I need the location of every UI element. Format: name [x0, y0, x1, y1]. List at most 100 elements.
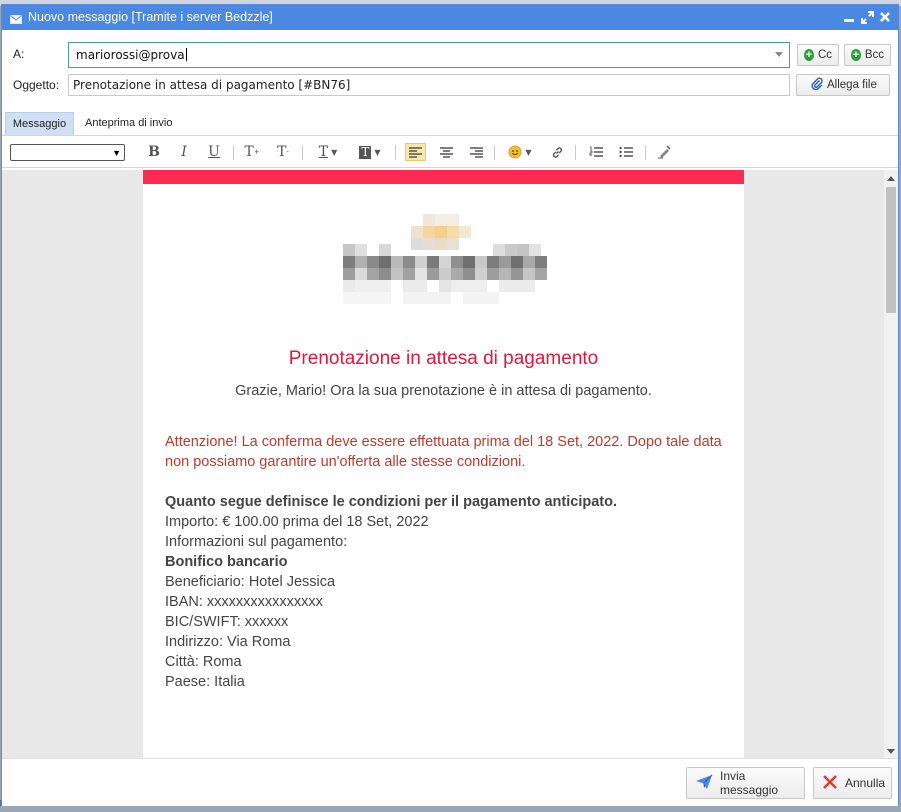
background-color-button[interactable]: T ▼	[354, 143, 386, 161]
tab-label: Messaggio	[12, 118, 67, 130]
cancel-label: Annulla	[845, 776, 886, 790]
chevron-down-icon: ▼	[374, 147, 381, 157]
message-editor[interactable]: Prenotazione in attesa di pagamento Graz…	[2, 170, 898, 758]
align-left-icon	[409, 146, 422, 158]
insert-link-button[interactable]	[548, 143, 566, 161]
country-line: Paese: Italia	[165, 674, 245, 690]
subject-row: Oggetto: Prenotazione in attesa di pagam…	[2, 73, 898, 99]
compose-window: Nuovo messaggio [Tramite i server Bedzzl…	[1, 4, 899, 806]
attach-file-button[interactable]: Allega file	[796, 74, 890, 96]
plus-circle-icon: +	[851, 49, 861, 61]
send-message-button[interactable]: Invia messaggio	[686, 767, 805, 799]
scroll-up-arrow-icon[interactable]	[887, 176, 895, 181]
cc-label: Cc	[817, 49, 832, 61]
superscript-button[interactable]: T +	[243, 143, 261, 161]
bcc-label: Bcc	[864, 49, 884, 61]
payment-info-line: Informazioni sul pagamento:	[165, 534, 348, 550]
align-left-button[interactable]	[405, 143, 426, 161]
to-label: A:	[13, 47, 25, 61]
bold-icon: B	[148, 144, 160, 160]
editor-scrollbar[interactable]	[884, 170, 898, 758]
dialog-footer: Invia messaggio Annulla	[2, 758, 898, 806]
ordered-list-icon	[589, 146, 603, 157]
underline-icon: U	[208, 144, 220, 160]
chevron-down-icon: ▼	[112, 148, 121, 158]
conditions-heading: Quanto segue definisce le condizioni per…	[165, 494, 617, 510]
underline-button[interactable]: U	[205, 143, 223, 161]
tab-messaggio[interactable]: Messaggio	[5, 112, 74, 135]
toolbar-divider	[645, 145, 646, 160]
smiley-icon	[508, 145, 522, 159]
attach-file-label: Allega file	[827, 79, 877, 91]
italic-button[interactable]: I	[176, 143, 192, 161]
subscript-icon: T	[277, 144, 287, 160]
superscript-icon: T	[244, 144, 254, 160]
beneficiary-line: Beneficiario: Hotel Jessica	[165, 574, 336, 590]
clear-format-button[interactable]	[655, 143, 673, 161]
bold-button[interactable]: B	[146, 143, 162, 161]
to-value: mariorossi@prova	[76, 48, 185, 62]
ordered-list-button[interactable]	[587, 143, 605, 161]
email-accent-bar	[143, 170, 744, 184]
emoji-button[interactable]: ▼	[505, 143, 535, 161]
email-payment-conditions: Quanto segue definisce le condizioni per…	[165, 492, 725, 692]
plus-circle-icon: +	[804, 49, 814, 61]
to-row: A: mariorossi@prova + Cc + Bcc	[2, 42, 898, 68]
paper-plane-icon	[695, 774, 713, 793]
amount-line: Importo: € 100.00 prima del 18 Set, 2022	[165, 514, 429, 530]
hotel-logo-pixelated	[343, 214, 547, 304]
align-center-button[interactable]	[437, 143, 455, 161]
subject-value: Prenotazione in attesa di pagamento [#BN…	[73, 78, 351, 92]
maximize-icon[interactable]	[860, 9, 874, 25]
align-center-icon	[439, 146, 453, 158]
cancel-button[interactable]: Annulla	[813, 767, 892, 799]
cc-button[interactable]: + Cc	[797, 44, 839, 66]
cancel-x-icon	[822, 774, 838, 793]
window-titlebar[interactable]: Nuovo messaggio [Tramite i server Bedzzl…	[2, 5, 898, 30]
link-icon	[552, 146, 562, 158]
paperclip-icon	[811, 77, 823, 93]
to-input[interactable]: mariorossi@prova	[68, 42, 790, 68]
toolbar-divider	[233, 145, 234, 160]
bic-line: BIC/SWIFT: xxxxxx	[165, 614, 289, 630]
email-heading: Prenotazione in attesa di pagamento	[288, 348, 599, 369]
toolbar-divider	[395, 145, 396, 160]
email-warning-text: Attenzione! La conferma deve essere effe…	[165, 434, 722, 470]
text-cursor	[185, 48, 187, 61]
email-subheading: Grazie, Mario! Ora la sua prenotazione è…	[235, 383, 652, 399]
chevron-down-icon: ▼	[331, 147, 338, 157]
address-line: Indirizzo: Via Roma	[165, 634, 291, 650]
subscript-button[interactable]: T-	[274, 143, 292, 161]
scroll-down-arrow-icon[interactable]	[887, 749, 895, 754]
align-right-icon	[469, 146, 483, 158]
tab-label: Anteprima di invio	[85, 117, 173, 129]
envelope-icon	[10, 13, 22, 27]
iban-line: IBAN: xxxxxxxxxxxxxxxx	[165, 594, 323, 610]
format-toolbar: ▼ B I U T + T- T ▼ T ▼ ▼	[2, 137, 898, 168]
payment-method: Bonifico bancario	[165, 554, 288, 570]
italic-icon: I	[181, 144, 187, 160]
tab-anteprima[interactable]: Anteprima di invio	[77, 112, 180, 135]
toolbar-divider	[494, 145, 495, 160]
send-message-label: Invia messaggio	[720, 769, 779, 797]
subject-label: Oggetto:	[13, 78, 60, 92]
dropdown-arrow-icon[interactable]	[775, 52, 783, 57]
toolbar-divider	[302, 145, 303, 160]
bcc-button[interactable]: + Bcc	[844, 44, 891, 66]
editor-tabs: Messaggio Anteprima di invio	[2, 112, 898, 136]
bullet-list-icon	[619, 146, 633, 158]
eraser-icon	[658, 145, 671, 159]
city-line: Città: Roma	[165, 654, 242, 670]
align-right-button[interactable]	[467, 143, 485, 161]
window-title: Nuovo messaggio [Tramite i server Bedzzl…	[28, 10, 273, 24]
bullet-list-button[interactable]	[617, 143, 635, 161]
font-select[interactable]: ▼	[10, 144, 125, 161]
subject-input[interactable]: Prenotazione in attesa di pagamento [#BN…	[68, 74, 790, 96]
text-color-button[interactable]: T ▼	[314, 143, 342, 161]
minimize-icon[interactable]	[842, 9, 856, 25]
scrollbar-thumb[interactable]	[886, 187, 896, 313]
close-icon[interactable]	[878, 9, 892, 25]
chevron-down-icon: ▼	[525, 147, 532, 157]
background-color-icon: T	[359, 144, 372, 159]
text-color-icon: T	[318, 144, 329, 160]
